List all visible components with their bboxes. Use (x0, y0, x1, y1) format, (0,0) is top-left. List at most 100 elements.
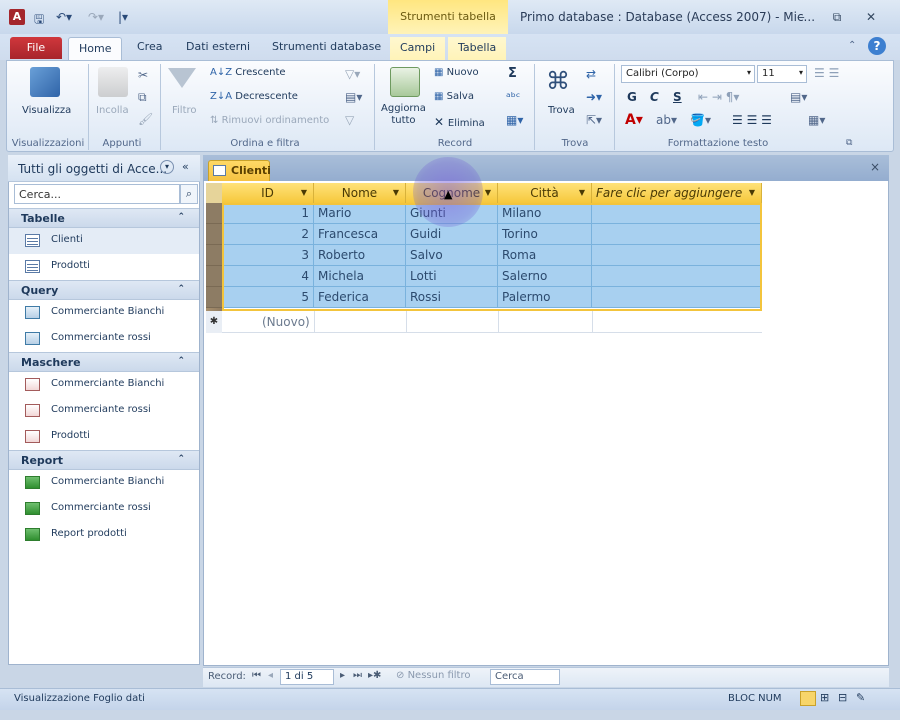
select-all-corner[interactable] (206, 183, 222, 203)
next-record-icon[interactable]: ▸ (340, 670, 345, 681)
remove-sort-button[interactable]: ⇅ Rimuovi ordinamento (210, 115, 329, 126)
paste-icon[interactable] (98, 67, 128, 97)
cell-cognome[interactable]: Giunti (406, 203, 498, 224)
replace-icon[interactable]: ⇄ (586, 67, 596, 81)
totals-icon[interactable]: Σ (508, 66, 517, 81)
record-search-input[interactable]: Cerca (490, 669, 560, 685)
new-record-button[interactable]: ▦ Nuovo (434, 67, 479, 78)
tab-campi[interactable]: Campi (390, 37, 446, 60)
column-header-id[interactable]: ID ▼ (222, 183, 314, 203)
cell-id[interactable]: 4 (222, 266, 314, 287)
cell-cognome[interactable]: Lotti (406, 266, 498, 287)
last-record-icon[interactable]: ⏭ (353, 670, 362, 681)
close-window-button[interactable]: ✕ (860, 8, 882, 26)
dialog-launcher-icon[interactable]: ⧉ (846, 138, 852, 148)
nav-item-prodotti[interactable]: Prodotti (9, 254, 199, 280)
no-filter-button[interactable]: ⊘ Nessun filtro (396, 670, 470, 681)
font-size-select[interactable]: 11 ▾ (757, 65, 807, 83)
refresh-all-icon[interactable] (390, 67, 420, 97)
delete-record-button[interactable]: ✕ Elimina (434, 115, 485, 129)
cut-icon[interactable]: ✂ (138, 68, 148, 82)
goto-icon[interactable]: ➜▾ (586, 90, 602, 104)
cell-nome[interactable]: Federica (314, 287, 406, 308)
tab-file[interactable]: File (10, 37, 62, 59)
font-family-select[interactable]: Calibri (Corpo) ▾ (621, 65, 755, 83)
nav-group-query[interactable]: Query ⌃ (9, 280, 199, 300)
nav-item-query-rossi[interactable]: Commerciante rossi (9, 326, 199, 352)
nav-item-form-bianchi[interactable]: Commerciante Bianchi (9, 372, 199, 398)
column-header-citta[interactable]: Città ▼ (498, 183, 592, 203)
cell-citta[interactable]: Salerno (498, 266, 592, 287)
row-selector[interactable] (206, 224, 222, 245)
alt-row-color-icon[interactable]: ▦▾ (808, 113, 825, 127)
toggle-filter-icon[interactable]: ▽ (345, 113, 354, 127)
tab-home[interactable]: Home (68, 37, 123, 60)
cell-cognome[interactable]: Rossi (406, 287, 498, 308)
row-selector[interactable] (206, 245, 222, 266)
collapse-ribbon-icon[interactable]: ⌃ (848, 40, 856, 51)
customize-qat-icon[interactable]: |▾ (118, 10, 128, 24)
collapse-nav-icon[interactable]: « (182, 160, 189, 173)
nav-item-report-prodotti[interactable]: Report prodotti (9, 522, 199, 548)
nav-item-form-prodotti[interactable]: Prodotti (9, 424, 199, 450)
cell-empty[interactable] (592, 224, 762, 245)
visualizza-button[interactable]: Visualizza (22, 105, 71, 116)
cell-citta[interactable]: Roma (498, 245, 592, 266)
bold-button[interactable]: G (627, 90, 637, 104)
nav-item-clienti[interactable]: Clienti (9, 228, 199, 254)
more-records-icon[interactable]: ▦▾ (506, 113, 523, 127)
cell-cognome[interactable]: Guidi (406, 224, 498, 245)
access-app-icon[interactable]: A (9, 9, 25, 25)
cell-id[interactable]: 3 (222, 245, 314, 266)
highlight-icon[interactable]: ab▾ (656, 113, 677, 127)
cell-empty[interactable] (592, 266, 762, 287)
nav-menu-chevron-icon[interactable]: ▾ (160, 160, 174, 174)
select-icon[interactable]: ⇱▾ (586, 113, 602, 127)
cell-empty[interactable] (592, 287, 762, 308)
sort-ascending-button[interactable]: A↓Z Crescente (210, 67, 286, 78)
indent-icon[interactable]: ⇤ ⇥ ¶▾ (698, 90, 739, 104)
row-selector[interactable] (206, 203, 222, 224)
pivot-view-icon[interactable]: ⊞ (820, 691, 829, 704)
advanced-filter-icon[interactable]: ▤▾ (345, 90, 362, 104)
column-header-nome[interactable]: Nome ▼ (314, 183, 406, 203)
italic-button[interactable]: C (650, 90, 659, 104)
save-icon[interactable]: 🖫 (34, 10, 44, 31)
new-record-row[interactable]: (Nuovo) (222, 311, 762, 333)
view-icon[interactable] (30, 67, 60, 97)
nav-item-form-rossi[interactable]: Commerciante rossi (9, 398, 199, 424)
copy-icon[interactable]: ⧉ (138, 90, 147, 105)
row-selector[interactable] (206, 266, 222, 287)
cell-nome[interactable]: Mario (314, 203, 406, 224)
undo-icon[interactable]: ↶▾ (56, 10, 72, 24)
new-record-marker-icon[interactable]: ✱ (206, 311, 222, 333)
align-icons[interactable]: ☰ ☰ ☰ (732, 113, 772, 127)
design-view-icon[interactable]: ✎ (856, 691, 865, 704)
close-document-icon[interactable]: × (870, 160, 880, 174)
font-color-icon[interactable]: A▾ (625, 112, 643, 128)
chevron-down-icon[interactable]: ▼ (393, 183, 399, 203)
cell-id[interactable]: 5 (222, 287, 314, 308)
cell-citta[interactable]: Torino (498, 224, 592, 245)
column-header-add-field[interactable]: Fare clic per aggiungere ▼ (592, 183, 762, 203)
cell-cognome[interactable]: Salvo (406, 245, 498, 266)
format-painter-icon[interactable]: 🖌 (138, 112, 153, 126)
cell-nome[interactable]: Roberto (314, 245, 406, 266)
cell-empty[interactable] (592, 203, 762, 224)
nav-search-input[interactable]: Cerca... (14, 184, 180, 204)
maximize-button[interactable]: ⧉ (826, 8, 848, 26)
bullets-icon[interactable]: ☰ ☰ (814, 66, 839, 80)
tab-tabella[interactable]: Tabella (448, 37, 507, 60)
binoculars-icon[interactable]: ⌘ (546, 67, 570, 95)
underline-button[interactable]: S (673, 90, 682, 104)
cell-empty[interactable] (592, 245, 762, 266)
sort-descending-button[interactable]: Z↓A Decrescente (210, 91, 298, 102)
cell-citta[interactable]: Palermo (498, 287, 592, 308)
trova-button[interactable]: Trova (548, 105, 575, 116)
cell-citta[interactable]: Milano (498, 203, 592, 224)
gridlines-icon[interactable]: ▤▾ (790, 90, 807, 104)
tab-crea[interactable]: Crea (137, 40, 162, 53)
chevron-down-icon[interactable]: ▼ (485, 183, 491, 203)
document-tab-clienti[interactable]: Clienti (208, 160, 271, 181)
save-record-button[interactable]: ▦ Salva (434, 91, 474, 102)
